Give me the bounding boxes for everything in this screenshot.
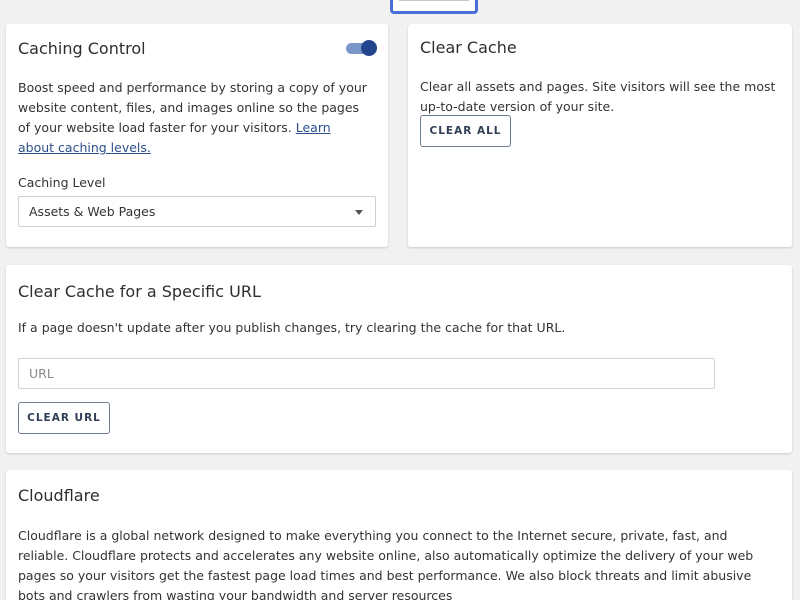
clear-cache-card: Clear Cache Clear all assets and pages. … (408, 24, 792, 247)
caching-level-select[interactable]: Assets & Web Pages (18, 196, 376, 227)
clear-cache-title: Clear Cache (420, 38, 517, 57)
caching-control-title: Caching Control (18, 39, 146, 58)
clear-cache-description: Clear all assets and pages. Site visitor… (420, 79, 776, 114)
cloudflare-title: Cloudflare (18, 486, 100, 505)
clear-url-button[interactable]: CLEAR URL (18, 402, 110, 434)
page: Caching Control Boost speed and performa… (0, 0, 800, 600)
clear-url-card: Clear Cache for a Specific URL If a page… (6, 265, 792, 453)
cloudflare-card: Cloudflare Cloudflare is a global networ… (6, 470, 792, 600)
caching-toggle[interactable] (346, 40, 377, 56)
fragment-divider (399, 0, 469, 1)
clear-url-title: Clear Cache for a Specific URL (18, 282, 261, 301)
caching-toggle-knob (361, 40, 377, 56)
caching-control-description: Boost speed and performance by storing a… (18, 78, 368, 158)
caching-control-card: Caching Control Boost speed and performa… (6, 24, 388, 247)
caching-level-value: Assets & Web Pages (29, 204, 156, 219)
cropped-panel-fragment (390, 0, 478, 14)
clear-url-description: If a page doesn't update after you publi… (18, 320, 566, 335)
url-input[interactable] (18, 358, 715, 389)
chevron-down-icon (355, 210, 363, 215)
caching-level-label: Caching Level (18, 175, 106, 190)
clear-all-button[interactable]: CLEAR ALL (420, 115, 511, 147)
cloudflare-description: Cloudflare is a global network designed … (18, 528, 754, 600)
